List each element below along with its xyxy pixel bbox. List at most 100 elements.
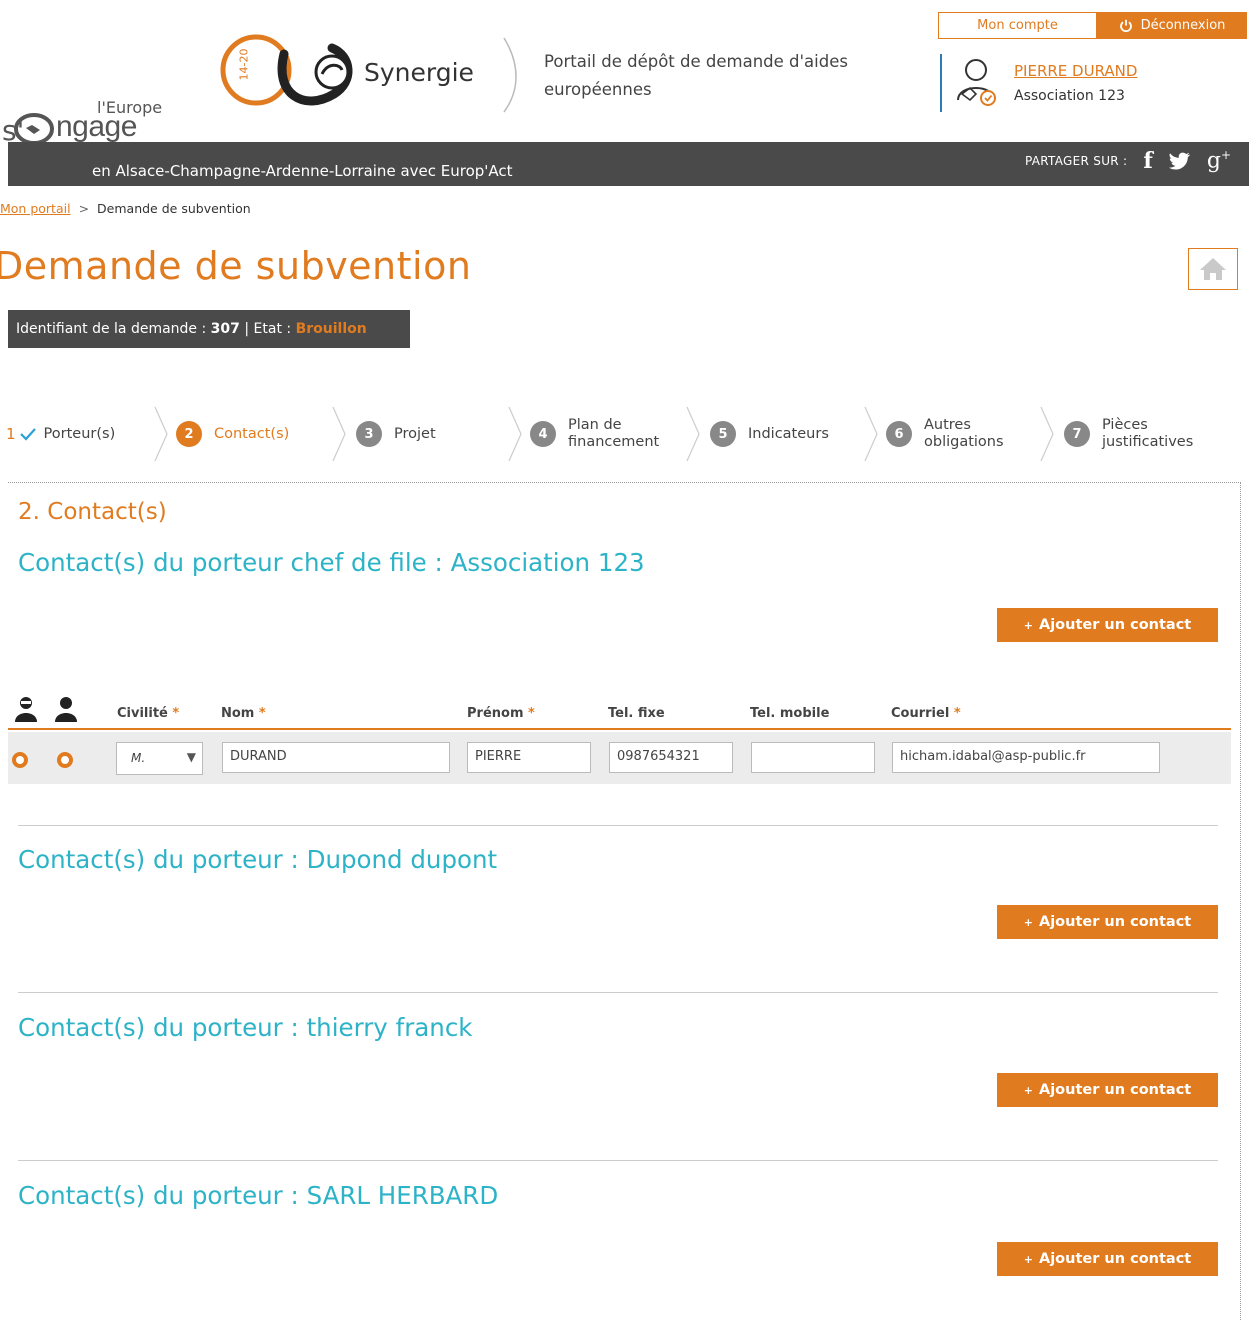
section-title: 2. Contact(s): [18, 499, 167, 525]
step-number: 3: [356, 421, 382, 447]
civilite-select[interactable]: M. ▼: [116, 742, 203, 775]
user-name-link[interactable]: PIERRE DURAND: [1014, 62, 1137, 80]
step-number: 7: [1064, 421, 1090, 447]
add-contact-button[interactable]: + Ajouter un contact: [997, 905, 1218, 939]
checkmark-icon: [19, 428, 36, 441]
request-id-bar: Identifiant de la demande : 307 | Etat :…: [8, 310, 410, 348]
column-header-civilite: Civilité *: [117, 706, 180, 721]
step-porteurs[interactable]: 1 Porteur(s): [6, 404, 115, 464]
step-label: Indicateurs: [748, 425, 829, 442]
breadcrumb-separator: >: [78, 201, 90, 216]
synergie-range: 14-20: [237, 48, 251, 81]
step-label: Plan de financement: [568, 417, 660, 450]
breadcrumb: Mon portail > Demande de subvention: [0, 201, 251, 216]
add-contact-label: Ajouter un contact: [1038, 1082, 1192, 1098]
twitter-icon[interactable]: [1168, 152, 1191, 170]
step-number: 6: [886, 421, 912, 447]
breadcrumb-current: Demande de subvention: [97, 201, 251, 216]
step-label: Projet: [394, 425, 436, 442]
dropdown-arrow-icon: ▼: [186, 750, 196, 764]
contact-group-title: Contact(s) du porteur chef de file : Ass…: [18, 548, 645, 577]
step-number: 2: [176, 421, 202, 447]
region-banner: en Alsace-Champagne-Ardenne-Lorraine ave…: [8, 142, 1249, 186]
share-label: PARTAGER SUR :: [1025, 154, 1128, 168]
step-projet[interactable]: 3 Projet: [356, 404, 436, 464]
contact-group-title: Contact(s) du porteur : SARL HERBARD: [18, 1181, 499, 1210]
request-state-value: Brouillon: [295, 321, 367, 337]
googleplus-icon[interactable]: g+: [1207, 148, 1231, 173]
add-contact-button[interactable]: + Ajouter un contact: [997, 1242, 1218, 1276]
step-label: Autres obligations: [924, 417, 1004, 450]
step-chevron-icon: [154, 406, 168, 462]
step-label: Contact(s): [214, 425, 290, 442]
section-divider: [18, 992, 1218, 993]
plus-icon: +: [1023, 1083, 1033, 1097]
table-row: M. ▼ DURAND PIERRE 0987654321 hicham.ida…: [8, 732, 1231, 784]
contact-group-title: Contact(s) du porteur : Dupond dupont: [18, 845, 498, 874]
my-account-button[interactable]: Mon compte: [938, 12, 1097, 39]
request-state-label: | Etat :: [244, 321, 292, 337]
step-number: 1: [6, 425, 16, 443]
prenom-input[interactable]: PIERRE: [467, 742, 591, 773]
add-contact-label: Ajouter un contact: [1038, 1251, 1192, 1267]
column-header-tel-fixe: Tel. fixe: [608, 706, 665, 721]
user-profile-icon: [957, 59, 996, 106]
wizard-steps: 1 Porteur(s) 2 Contact(s) 3 Projet 4 Pla…: [0, 404, 1249, 464]
add-contact-button[interactable]: + Ajouter un contact: [997, 608, 1218, 642]
column-header-nom: Nom *: [221, 706, 266, 721]
tel-fixe-input[interactable]: 0987654321: [609, 742, 733, 773]
portal-title: Portail de dépôt de demande d'aides euro…: [544, 52, 848, 99]
europe-logo-big-text: ngage: [56, 110, 137, 143]
contact-group-title: Contact(s) du porteur : thierry franck: [18, 1013, 473, 1042]
page-title: Demande de subvention: [0, 244, 472, 288]
step-autres-obligations[interactable]: 6 Autres obligations: [886, 404, 1020, 464]
plus-icon: +: [1023, 618, 1033, 632]
step-chevron-icon: [686, 406, 700, 462]
account-bar: Mon compte Déconnexion: [938, 12, 1247, 39]
step-label: Pièces justificatives: [1102, 417, 1194, 450]
section-divider: [18, 1160, 1218, 1161]
step-label: Porteur(s): [43, 425, 116, 442]
add-contact-label: Ajouter un contact: [1038, 617, 1192, 633]
home-button[interactable]: [1188, 248, 1238, 290]
power-icon: [1119, 19, 1132, 32]
step-contacts[interactable]: 2 Contact(s): [176, 404, 289, 464]
column-header-prenom: Prénom *: [467, 706, 535, 721]
region-text: en Alsace-Champagne-Ardenne-Lorraine ave…: [92, 162, 513, 180]
step-indicateurs[interactable]: 5 Indicateurs: [710, 404, 829, 464]
tel-mobile-input[interactable]: [751, 742, 875, 773]
contacts-table-header: Civilité * Nom * Prénom * Tel. fixe Tel.…: [8, 692, 1231, 730]
column-header-courriel: Courriel *: [891, 706, 961, 721]
step-chevron-icon: [508, 406, 522, 462]
logout-label: Déconnexion: [1140, 18, 1226, 33]
home-icon: [1200, 258, 1226, 280]
step-chevron-icon: [1040, 406, 1054, 462]
plus-icon: +: [1023, 915, 1033, 929]
synergie-name: Synergie: [364, 58, 474, 87]
synergie-logo[interactable]: 14-20 Synergie: [214, 34, 524, 116]
person-icon: [55, 697, 77, 722]
step-number: 4: [530, 421, 556, 447]
user-block: PIERRE DURAND Association 123: [940, 54, 1240, 112]
request-id-label: Identifiant de la demande :: [16, 321, 207, 337]
secondary-contact-radio[interactable]: [57, 752, 73, 768]
site-header: l'Europe ngage s' 14-20 Synergie Portail…: [0, 0, 1249, 147]
column-header-tel-mobile: Tel. mobile: [750, 706, 830, 721]
user-organization: Association 123: [1014, 88, 1125, 104]
add-contact-button[interactable]: + Ajouter un contact: [997, 1073, 1218, 1107]
courriel-input[interactable]: hicham.idabal@asp-public.fr: [892, 742, 1160, 773]
logout-button[interactable]: Déconnexion: [1097, 12, 1247, 39]
primary-contact-radio[interactable]: [12, 752, 28, 768]
step-chevron-icon: [864, 406, 878, 462]
request-id-value: 307: [210, 321, 240, 337]
section-divider: [18, 825, 1218, 826]
nom-input[interactable]: DURAND: [222, 742, 450, 773]
step-plan-financement[interactable]: 4 Plan de financement: [530, 404, 672, 464]
facebook-icon[interactable]: f: [1143, 148, 1152, 174]
breadcrumb-home-link[interactable]: Mon portail: [0, 201, 71, 216]
add-contact-label: Ajouter un contact: [1038, 914, 1192, 930]
plus-icon: +: [1023, 1252, 1033, 1266]
share-bar: PARTAGER SUR : f g+: [1025, 148, 1231, 174]
step-pieces-justificatives[interactable]: 7 Pièces justificatives: [1064, 404, 1212, 464]
person-icon: [15, 697, 37, 722]
